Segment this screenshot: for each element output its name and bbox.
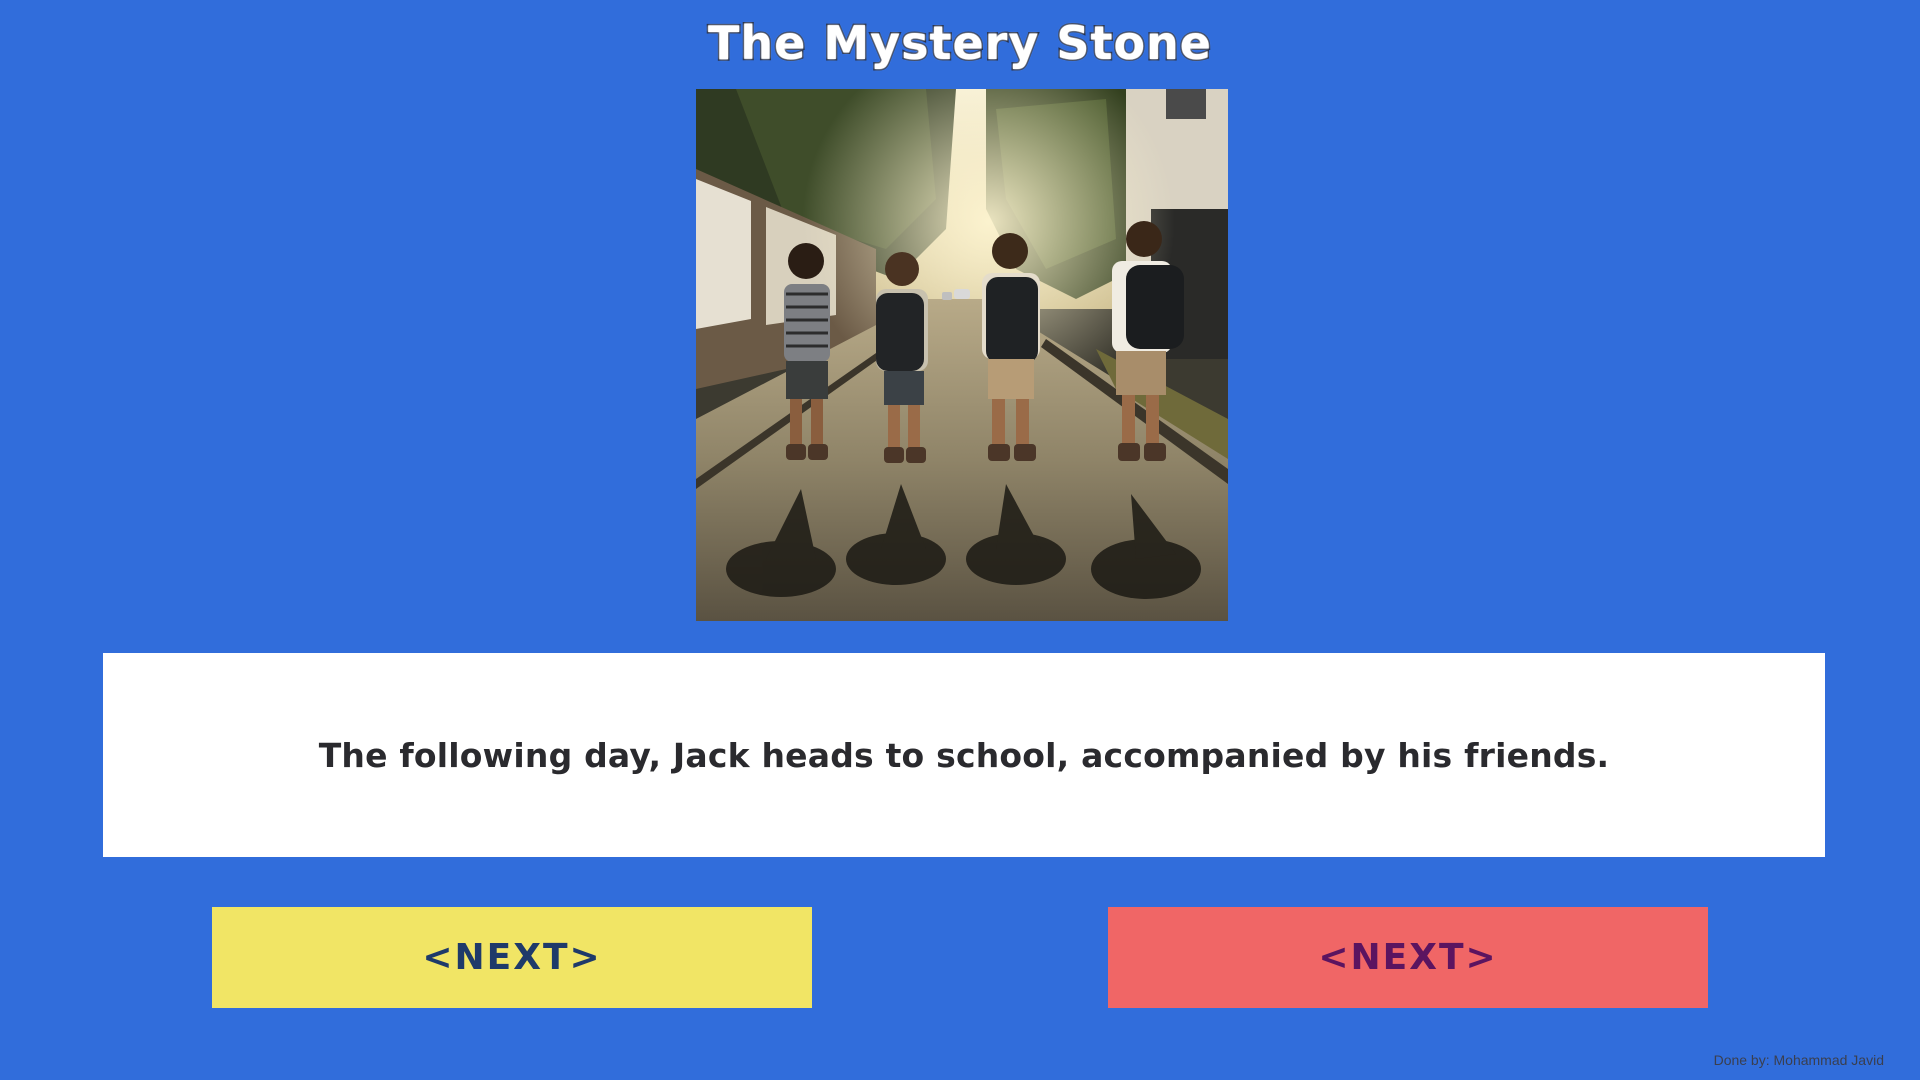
- story-page: The Mystery Stone The following day, Jac…: [0, 0, 1920, 1080]
- page-title: The Mystery Stone: [706, 15, 1213, 72]
- story-textbox: The following day, Jack heads to school,…: [103, 653, 1825, 857]
- scene-image: [696, 89, 1228, 621]
- next-button-right[interactable]: <NEXT>: [1108, 907, 1708, 1008]
- story-text: The following day, Jack heads to school,…: [318, 735, 1610, 775]
- next-button-left[interactable]: <NEXT>: [212, 907, 812, 1008]
- credit-text: Done by: Mohammad Javid: [1713, 1052, 1884, 1068]
- scene-illustration: [696, 89, 1228, 621]
